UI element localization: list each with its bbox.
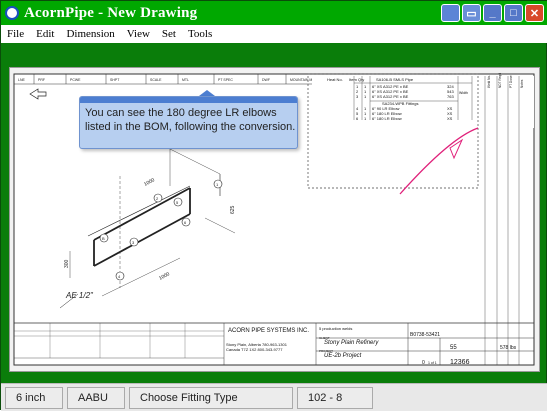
- menu-edit[interactable]: Edit: [30, 28, 60, 40]
- company-name: ACORN PIPE SYSTEMS INC.: [228, 328, 309, 334]
- title-bar[interactable]: AcornPipe - New Drawing ▭ _ □ ✕: [1, 1, 547, 25]
- bom-header-heat: Heat No.: [327, 77, 343, 82]
- tutorial-callout: You can see the 180 degree LR elbows lis…: [79, 96, 298, 149]
- svg-text:B: B: [102, 236, 105, 241]
- bom-header-pipe: SA106-B SMLS Pipe: [376, 77, 414, 82]
- menu-dimension[interactable]: Dimension: [60, 28, 120, 40]
- svg-text:Weld No.: Weld No.: [487, 75, 491, 88]
- window-title: AcornPipe - New Drawing: [24, 4, 198, 21]
- svg-text:PCWE: PCWE: [70, 78, 81, 82]
- svg-text:NDT Reqd: NDT Reqd: [498, 73, 502, 88]
- status-pipe-size: 6 inch: [5, 386, 63, 409]
- bom-header-item: Item: [349, 77, 357, 82]
- drawing-number: 12366: [450, 359, 470, 366]
- svg-text:763: 763: [447, 94, 454, 99]
- acornpipe-icon[interactable]: [5, 6, 19, 20]
- menu-set[interactable]: Set: [156, 28, 182, 40]
- status-position: 102 - 8: [297, 386, 373, 409]
- status-spec: AABU: [67, 386, 125, 409]
- bom-header-qty: Qty: [358, 77, 364, 82]
- bom-width-label: Width: [459, 91, 468, 95]
- svg-text:PT Done: PT Done: [509, 75, 513, 88]
- svg-text:625: 625: [230, 205, 236, 214]
- callout-text: You can see the 180 degree LR elbows lis…: [85, 107, 296, 133]
- sheet-number: 1 of 1: [428, 361, 437, 365]
- svg-text:DWF: DWF: [262, 78, 270, 82]
- svg-text:PT SPEC: PT SPEC: [218, 78, 233, 82]
- menu-bar: File Edit Dimension View Set Tools: [1, 25, 547, 43]
- svg-text:6" XS A312 PE x BE: 6" XS A312 PE x BE: [372, 94, 409, 99]
- company-address-2: Canada T7Z 1X2 800-343-9777: [226, 347, 283, 352]
- app-window: AcornPipe - New Drawing ▭ _ □ ✕ File Edi…: [0, 0, 547, 411]
- project-name: UE-2b Project: [324, 353, 362, 359]
- weld-count: 5 production welds: [319, 326, 352, 331]
- client-name: Stony Plain Refinery: [324, 340, 379, 346]
- close-icon[interactable]: ✕: [525, 4, 544, 22]
- client-label: CLIENT: [319, 336, 330, 340]
- svg-text:XS: XS: [447, 116, 453, 121]
- minimize-icon[interactable]: _: [483, 4, 502, 22]
- menu-file[interactable]: File: [1, 28, 30, 40]
- po-number: B0738-53421: [410, 332, 440, 338]
- svg-text:MTL: MTL: [182, 78, 189, 82]
- svg-text:300: 300: [64, 259, 70, 268]
- svg-text:Notes: Notes: [520, 79, 524, 88]
- svg-text:SCALE: SCALE: [150, 78, 162, 82]
- revision: 0: [422, 360, 425, 366]
- svg-text:PRF: PRF: [38, 78, 45, 82]
- menu-view[interactable]: View: [121, 28, 156, 40]
- total-weight: 578 lbs: [500, 345, 517, 351]
- job-number: 55: [450, 345, 457, 351]
- menu-tools[interactable]: Tools: [182, 28, 218, 40]
- restore-small-icon[interactable]: ▭: [462, 4, 481, 22]
- svg-text:SHPT: SHPT: [110, 78, 120, 82]
- status-prompt: Choose Fitting Type: [129, 386, 293, 409]
- project-label: PROJECT: [319, 349, 333, 353]
- help-icon[interactable]: [441, 4, 460, 22]
- svg-text:LNE: LNE: [18, 78, 25, 82]
- maximize-icon[interactable]: □: [504, 4, 523, 22]
- svg-text:AE 1/2": AE 1/2": [65, 291, 94, 300]
- svg-text:6" 180 LR Elbow: 6" 180 LR Elbow: [372, 116, 402, 121]
- status-bar: 6 inch AABU Choose Fitting Type 102 - 8: [1, 383, 547, 411]
